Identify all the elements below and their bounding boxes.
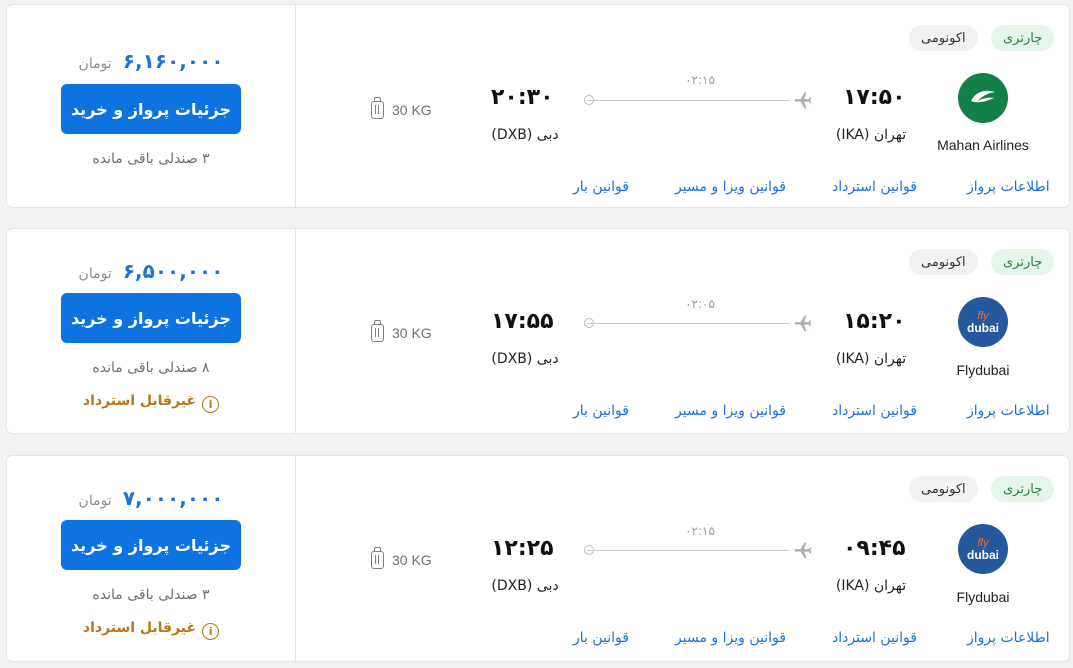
baggage-allowance: 30 KG [371,320,432,342]
airline-name: Mahan Airlines [937,137,1029,153]
route-line [587,550,789,551]
route-line [587,100,789,101]
baggage-weight: 30 KG [392,325,432,341]
visa-rules-link[interactable]: قوانین ویزا و مسیر [675,630,786,646]
buy-button[interactable]: جزئیات پرواز و خرید [61,84,241,134]
price-amount: ۶,۵۰۰,۰۰۰ [122,259,224,283]
flight-info-link[interactable]: اطلاعات پرواز [967,179,1050,195]
route-line [587,323,789,324]
info-icon: i [202,623,220,640]
info-icon: i [202,396,220,413]
cabin-class-badge: اکونومی [909,476,978,502]
airplane-icon [794,92,812,109]
price: ۶,۵۰۰,۰۰۰ تومان [7,259,295,283]
flight-info-link[interactable]: اطلاعات پرواز [967,630,1050,646]
baggage-allowance: 30 KG [371,97,432,119]
visa-rules-link[interactable]: قوانین ویزا و مسیر [675,403,786,419]
price: ۷,۰۰۰,۰۰۰ تومان [7,486,295,510]
visa-rules-link[interactable]: قوانین ویزا و مسیر [675,179,786,195]
cabin-class-badge: اکونومی [909,25,978,51]
baggage-rules-link[interactable]: قوانین بار [573,179,629,195]
mahan-logo-icon [958,73,1008,123]
price: ۶,۱۶۰,۰۰۰ تومان [7,49,295,73]
cabin-class-badge: اکونومی [909,249,978,275]
price-currency: تومان [78,493,112,509]
refund-rules-link[interactable]: قوانین استرداد [832,630,917,646]
departure-time: ۱۵:۲۰ [843,309,906,334]
flydubai-logo-icon: fly dubai [958,297,1008,347]
baggage-weight: 30 KG [392,552,432,568]
arrival-time: ۲۰:۳۰ [491,85,554,110]
price-currency: تومان [78,266,112,282]
luggage-icon [371,320,384,342]
flight-info-link[interactable]: اطلاعات پرواز [967,403,1050,419]
airline-name: Flydubai [956,589,1010,605]
baggage-rules-link[interactable]: قوانین بار [573,630,629,646]
non-refundable-notice: i غیرقابل استرداد [7,393,295,413]
baggage-weight: 30 KG [392,102,432,118]
flight-duration: ۰۲:۱۵ [685,524,715,538]
refund-rules-link[interactable]: قوانین استرداد [832,179,917,195]
airplane-icon [794,542,812,559]
arrival-city: دبی (DXB) [491,351,559,367]
card-divider [295,229,296,433]
card-divider [295,456,296,661]
buy-button[interactable]: جزئیات پرواز و خرید [61,520,241,570]
buy-button[interactable]: جزئیات پرواز و خرید [61,293,241,343]
baggage-allowance: 30 KG [371,547,432,569]
seats-remaining: ۸ صندلی باقی مانده [92,360,210,376]
price-amount: ۷,۰۰۰,۰۰۰ [122,486,224,510]
charter-badge: چارتری [991,476,1055,502]
airplane-icon [794,315,812,332]
charter-badge: چارتری [991,25,1055,51]
arrival-city: دبی (DXB) [491,127,559,143]
charter-badge: چارتری [991,249,1055,275]
luggage-icon [371,547,384,569]
price-currency: تومان [78,56,112,72]
departure-city: تهران (IKA) [835,127,907,143]
baggage-rules-link[interactable]: قوانین بار [573,403,629,419]
arrival-time: ۱۲:۲۵ [491,536,554,561]
departure-city: تهران (IKA) [835,578,907,594]
card-divider [295,5,296,207]
flight-duration: ۰۲:۱۵ [685,73,715,87]
flight-card: ۶,۱۶۰,۰۰۰ تومان جزئیات پرواز و خرید ۳ صن… [6,4,1070,208]
arrival-time: ۱۷:۵۵ [491,309,554,334]
flight-card: ۶,۵۰۰,۰۰۰ تومان جزئیات پرواز و خرید ۸ صن… [6,228,1070,434]
flydubai-logo-icon: fly dubai [958,524,1008,574]
luggage-icon [371,97,384,119]
non-refundable-notice: i غیرقابل استرداد [7,620,295,640]
refund-status: غیرقابل استرداد [82,620,197,636]
refund-rules-link[interactable]: قوانین استرداد [832,403,917,419]
arrival-city: دبی (DXB) [491,578,559,594]
flight-duration: ۰۲:۰۵ [685,297,715,311]
refund-status: غیرقابل استرداد [82,393,197,409]
departure-time: ۰۹:۴۵ [843,536,906,561]
airline-name: Flydubai [956,362,1010,378]
flight-card: ۷,۰۰۰,۰۰۰ تومان جزئیات پرواز و خرید ۳ صن… [6,455,1070,662]
seats-remaining: ۳ صندلی باقی مانده [92,587,210,603]
departure-time: ۱۷:۵۰ [843,85,906,110]
departure-city: تهران (IKA) [835,351,907,367]
seats-remaining: ۳ صندلی باقی مانده [92,151,210,167]
price-amount: ۶,۱۶۰,۰۰۰ [122,49,224,73]
